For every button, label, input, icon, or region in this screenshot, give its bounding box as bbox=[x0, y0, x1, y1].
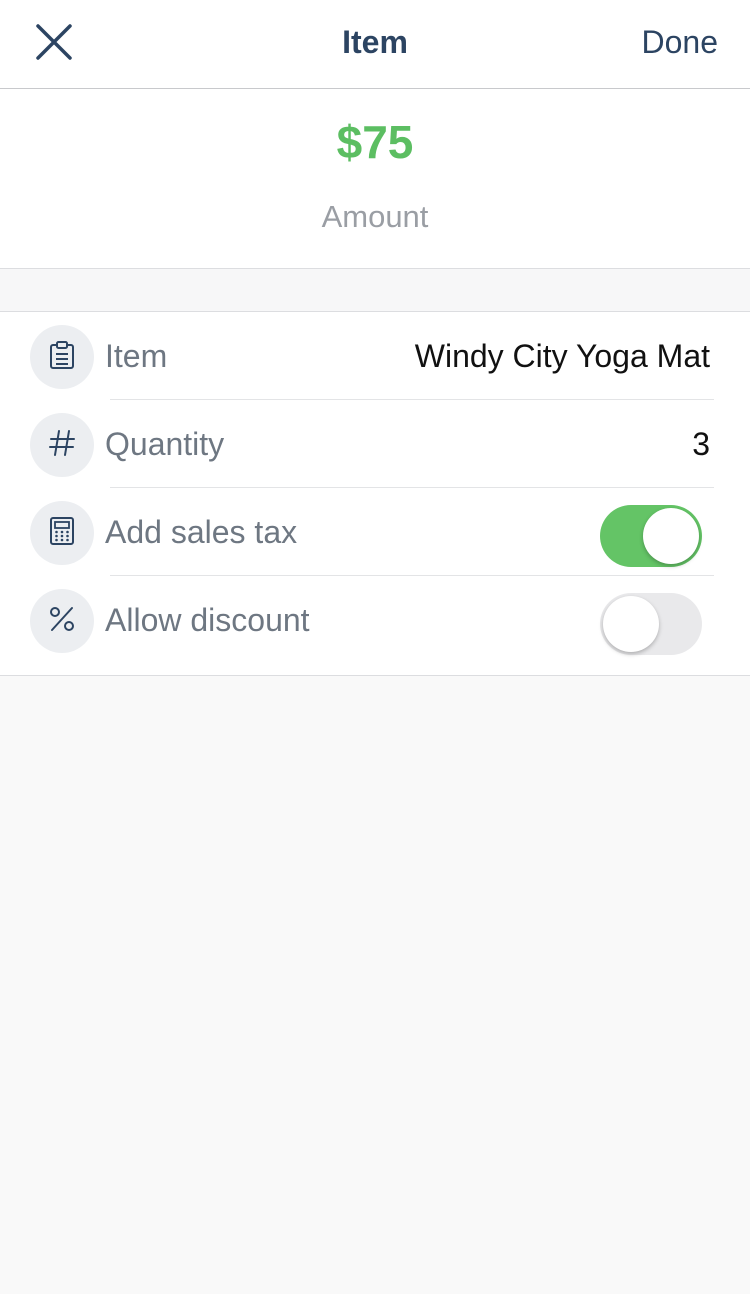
sales-tax-toggle[interactable] bbox=[600, 505, 702, 567]
item-label: Item bbox=[105, 338, 168, 374]
quantity-label: Quantity bbox=[105, 426, 225, 462]
discount-label: Allow discount bbox=[105, 602, 310, 638]
toggle-knob bbox=[643, 508, 699, 564]
app-root: Item Done $75 Amount Item Windy City Yog… bbox=[0, 0, 750, 1294]
amount-label: Amount bbox=[321, 199, 429, 234]
quantity-value[interactable]: 3 bbox=[692, 426, 710, 463]
amount-value[interactable]: $75 bbox=[0, 115, 750, 169]
hash-icon bbox=[47, 428, 77, 463]
page-title: Item bbox=[342, 24, 408, 60]
quantity-row[interactable]: Quantity 3 bbox=[0, 400, 750, 488]
nav-header: Item Done bbox=[0, 0, 750, 89]
item-value[interactable]: Windy City Yoga Mat bbox=[415, 338, 710, 375]
clipboard-icon bbox=[48, 340, 76, 375]
percent-icon bbox=[47, 604, 77, 639]
calculator-icon bbox=[49, 516, 75, 551]
sales-tax-row: Add sales tax bbox=[0, 488, 750, 576]
discount-toggle[interactable] bbox=[600, 593, 702, 655]
amount-section: $75 Amount bbox=[0, 89, 750, 269]
discount-row: Allow discount bbox=[0, 576, 750, 664]
quantity-icon-circle bbox=[30, 413, 94, 477]
discount-icon-circle bbox=[30, 589, 94, 653]
toggle-knob bbox=[603, 596, 659, 652]
item-form: Item Windy City Yoga Mat Quantity 3 Add … bbox=[0, 311, 750, 676]
section-spacer bbox=[0, 269, 750, 311]
sales-tax-label: Add sales tax bbox=[105, 514, 298, 550]
item-row[interactable]: Item Windy City Yoga Mat bbox=[0, 312, 750, 400]
sales-tax-icon-circle bbox=[30, 501, 94, 565]
done-button[interactable]: Done bbox=[642, 24, 719, 61]
item-icon-circle bbox=[30, 325, 94, 389]
